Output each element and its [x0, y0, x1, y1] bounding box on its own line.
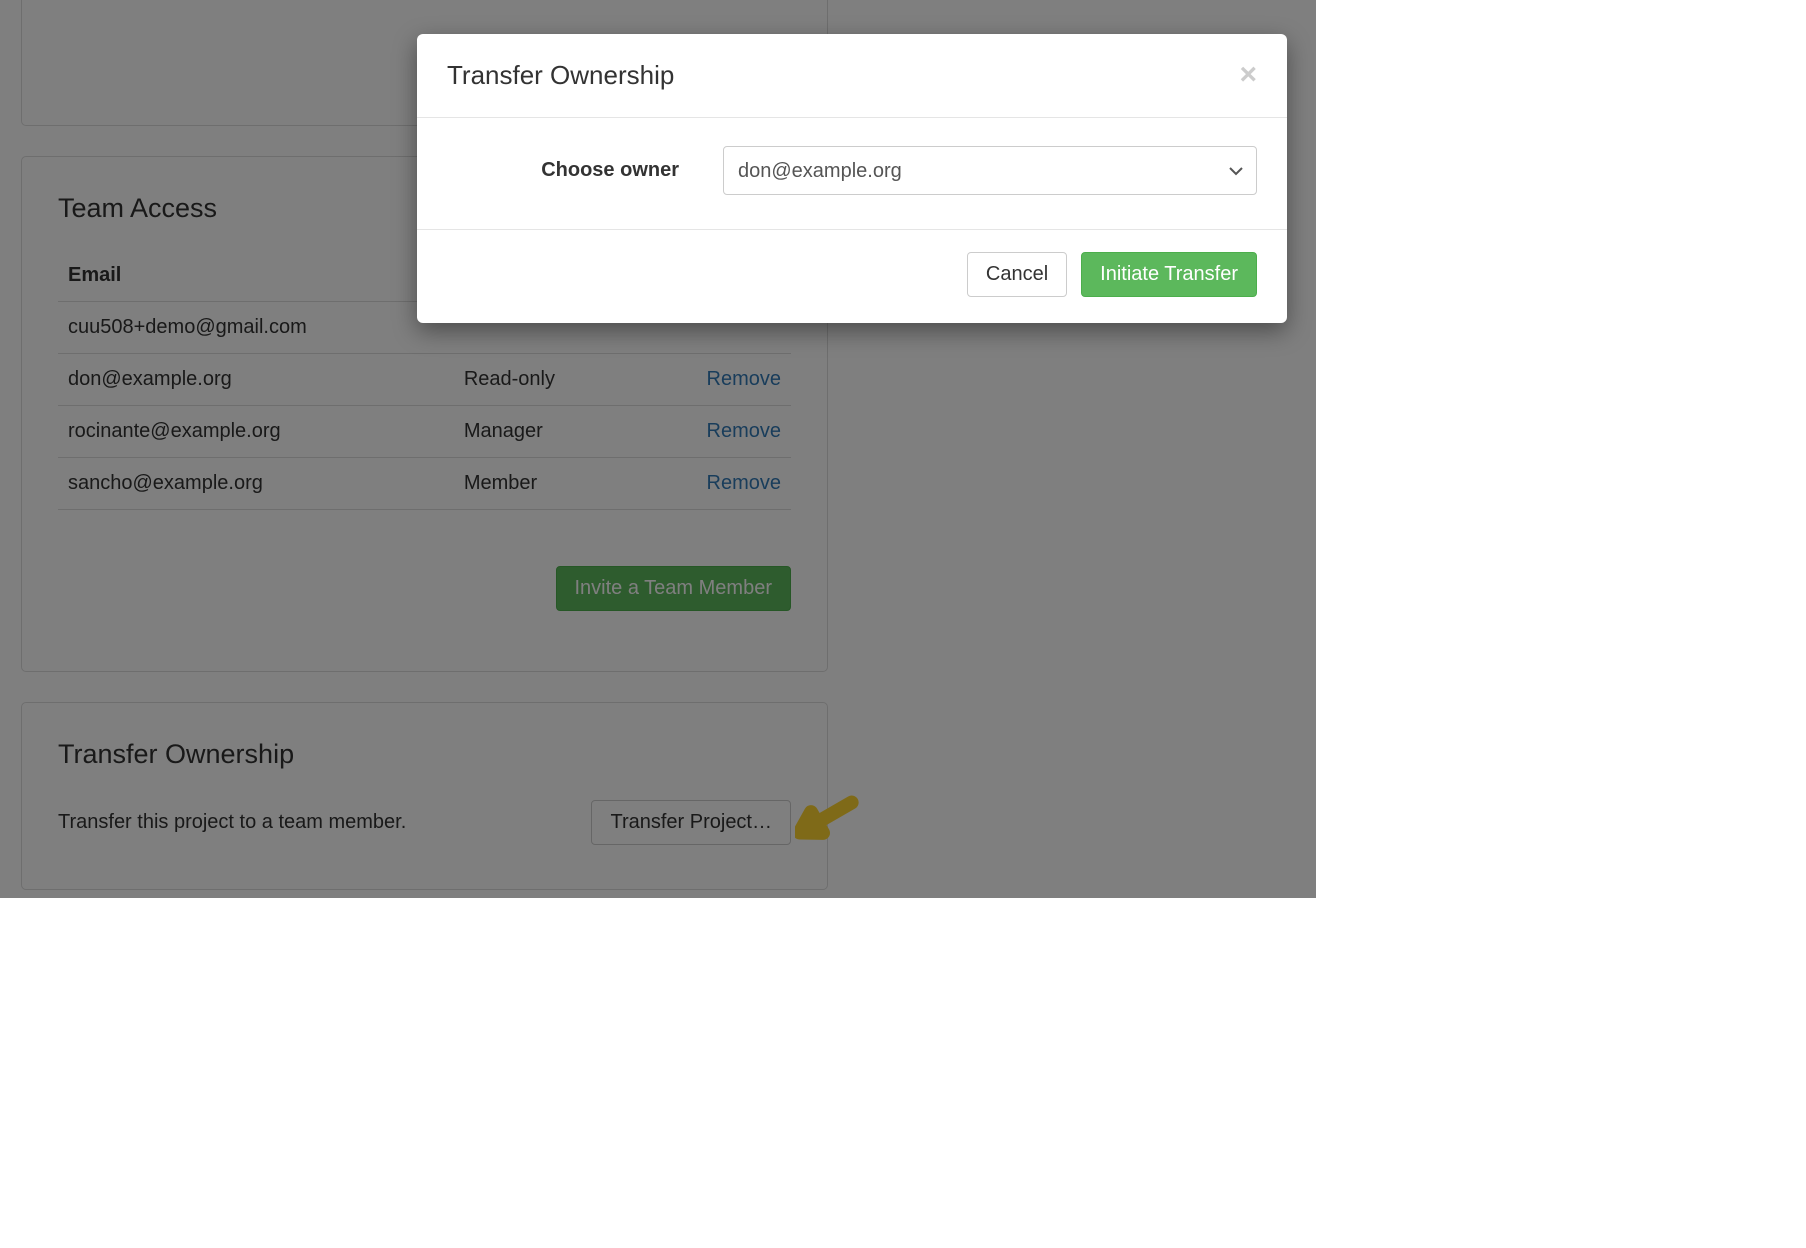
choose-owner-select[interactable]: don@example.org	[723, 146, 1257, 195]
initiate-transfer-button[interactable]: Initiate Transfer	[1081, 252, 1257, 297]
cancel-button[interactable]: Cancel	[967, 252, 1067, 297]
choose-owner-label: Choose owner	[447, 159, 679, 182]
close-icon[interactable]: ×	[1239, 60, 1257, 90]
transfer-ownership-modal: Transfer Ownership × Choose owner don@ex…	[417, 34, 1287, 323]
modal-title: Transfer Ownership	[447, 60, 674, 91]
